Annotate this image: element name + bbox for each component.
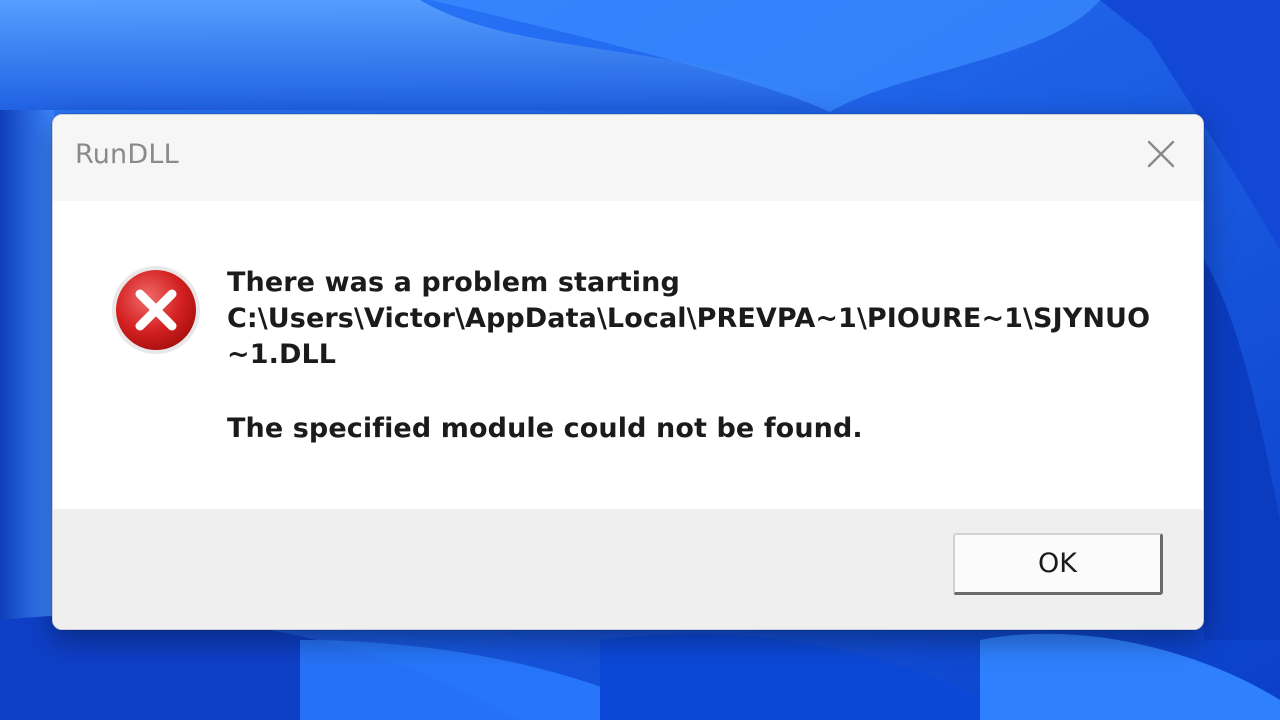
dialog-title: RunDLL — [75, 139, 179, 170]
message-detail: The specified module could not be found. — [227, 413, 863, 444]
error-dialog: RunDLL There was a problem starting C:\U… — [52, 114, 1204, 630]
ok-button[interactable]: OK — [953, 533, 1163, 595]
dialog-body: There was a problem starting C:\Users\Vi… — [53, 201, 1203, 509]
dialog-titlebar: RunDLL — [53, 115, 1203, 201]
error-message: There was a problem starting C:\Users\Vi… — [227, 265, 1167, 447]
error-icon — [112, 266, 200, 354]
desktop: RunDLL There was a problem starting C:\U… — [0, 0, 1280, 720]
close-button[interactable] — [1137, 131, 1185, 177]
close-icon — [1147, 140, 1175, 168]
dialog-footer: OK — [53, 509, 1203, 629]
message-line1: There was a problem starting — [227, 267, 680, 298]
message-path: C:\Users\Victor\AppData\Local\PREVPA~1\P… — [227, 303, 1151, 370]
